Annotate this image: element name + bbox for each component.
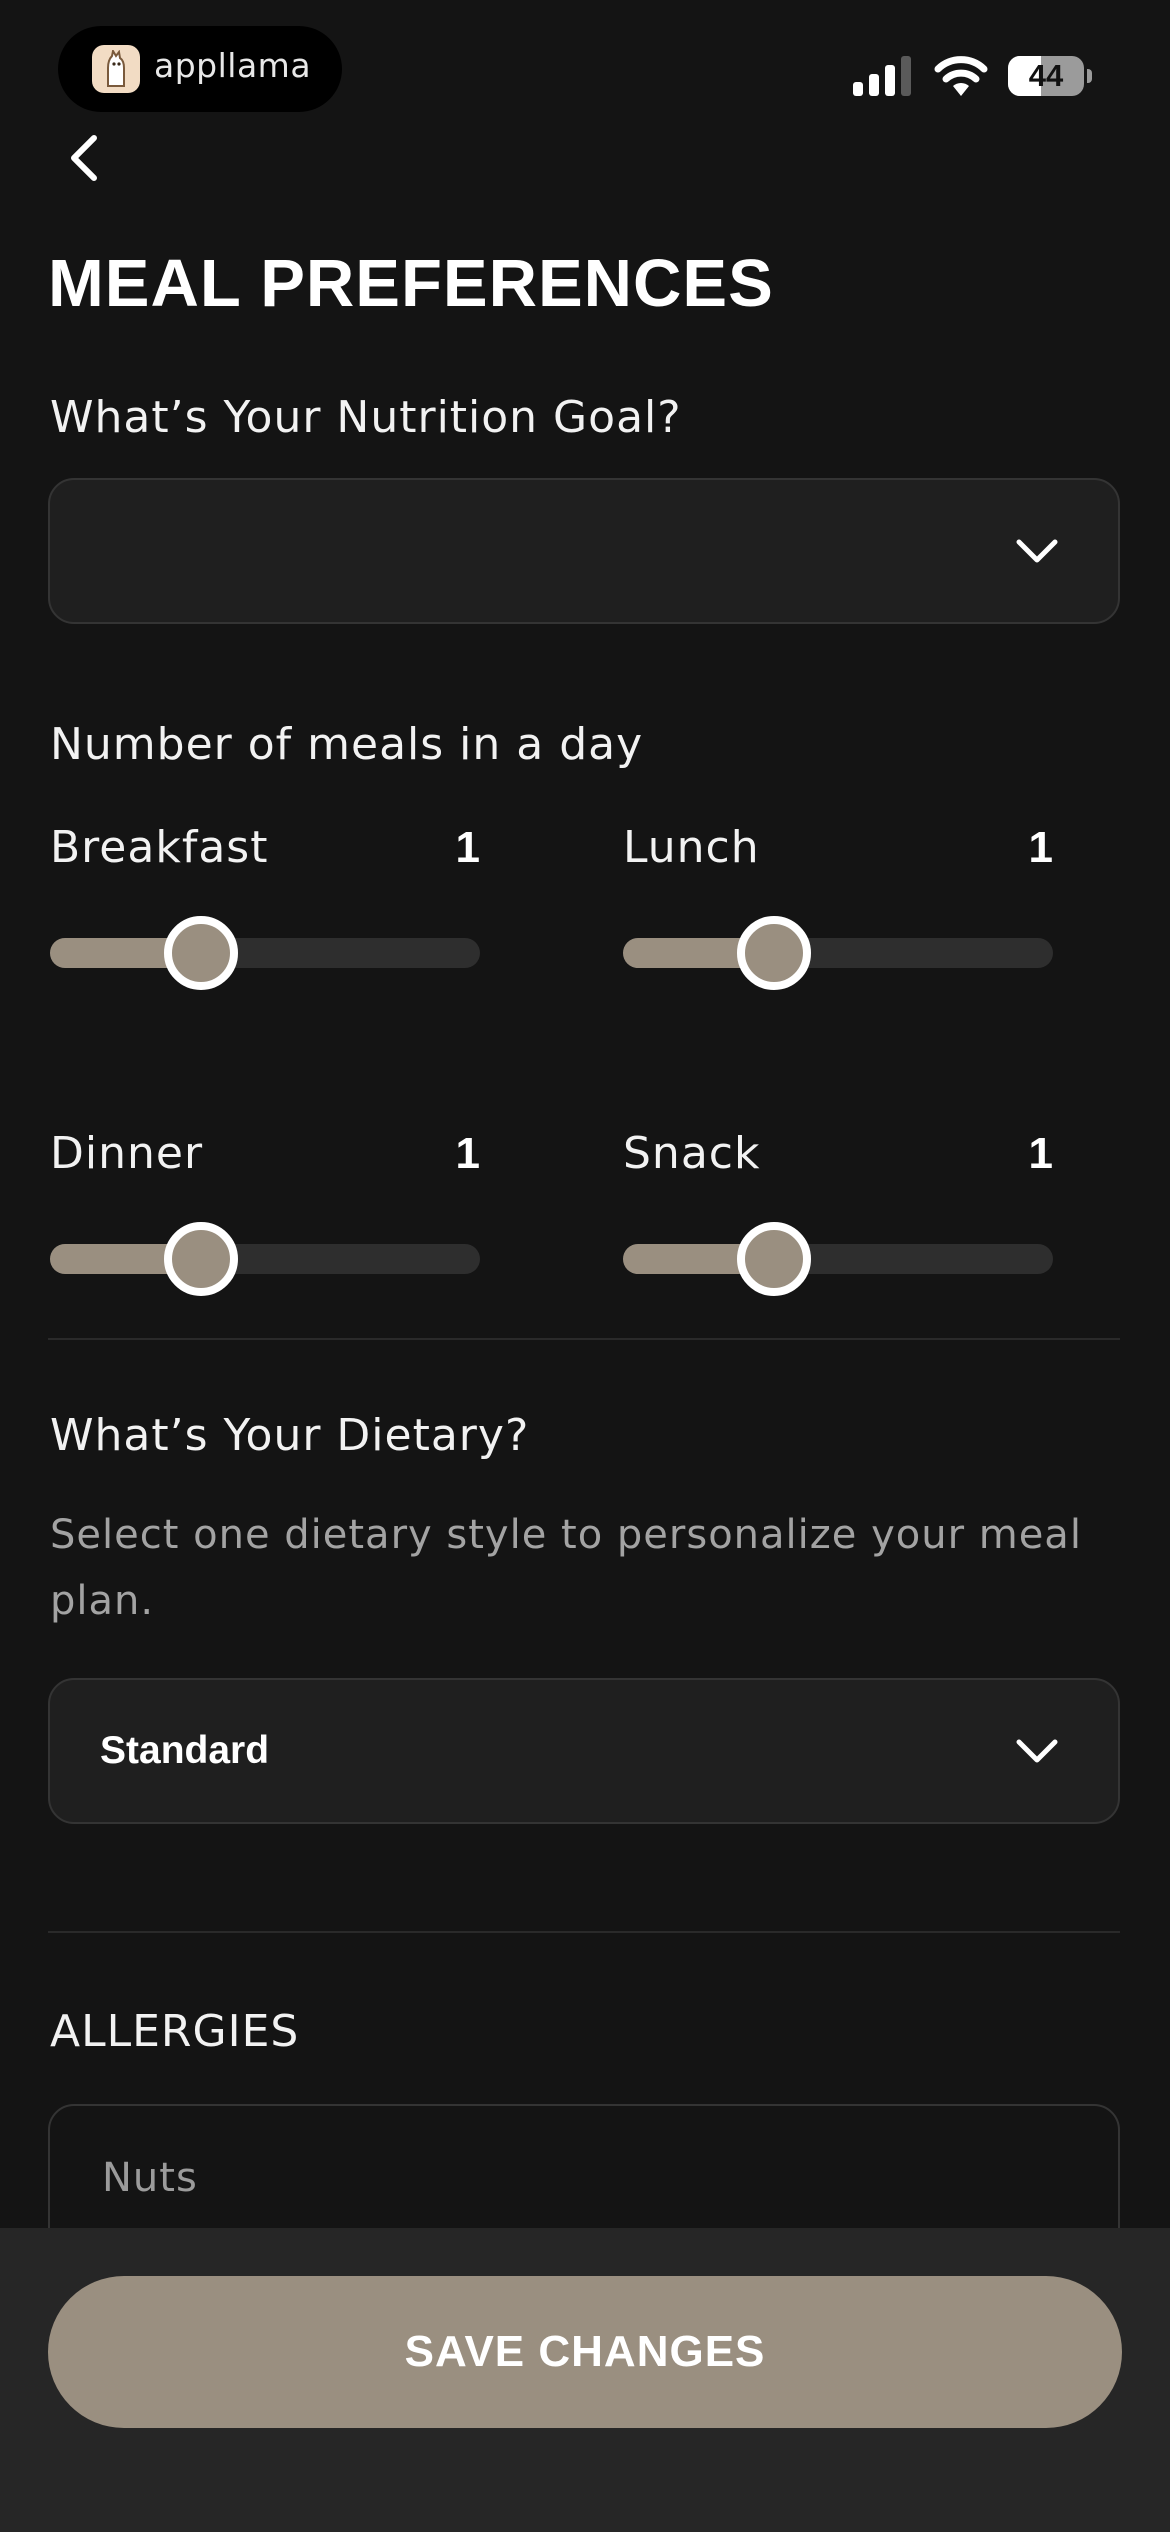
nutrition-goal-label: What’s Your Nutrition Goal?: [50, 392, 682, 443]
snack-slider-thumb[interactable]: [736, 1222, 811, 1296]
dinner-label: Dinner: [50, 1128, 204, 1179]
chevron-left-icon: [71, 135, 97, 181]
app-name: appllama: [154, 46, 312, 85]
dinner-slider-thumb[interactable]: [163, 1222, 238, 1296]
battery-tip: [1087, 69, 1092, 83]
breakfast-label: Breakfast: [50, 822, 269, 873]
chevron-down-icon: [1016, 1739, 1058, 1763]
chevron-down-icon: [1016, 539, 1058, 563]
dietary-helper-text: Select one dietary style to personalize …: [50, 1512, 1082, 1624]
dietary-label: What’s Your Dietary?: [50, 1410, 530, 1461]
status-bar: appllama 44: [0, 0, 1170, 140]
save-changes-button[interactable]: SAVE CHANGES: [48, 2276, 1122, 2428]
breakfast-value: 1: [455, 823, 480, 872]
allergies-placeholder: Nuts: [102, 2155, 198, 2201]
nutrition-goal-select[interactable]: [48, 478, 1120, 624]
dietary-select[interactable]: Standard: [48, 1678, 1120, 1824]
snack-value: 1: [1028, 1129, 1053, 1178]
lunch-slider-thumb[interactable]: [736, 916, 811, 990]
meals-per-day-label: Number of meals in a day: [50, 719, 644, 770]
snack-slider[interactable]: [623, 1222, 1053, 1296]
allergies-label: ALLERGIES: [50, 2006, 300, 2057]
snack-label: Snack: [623, 1128, 761, 1179]
lunch-value: 1: [1028, 823, 1053, 872]
wifi-icon: [934, 56, 988, 96]
battery-icon: 44: [1008, 56, 1084, 96]
section-divider: [48, 1931, 1120, 1933]
lunch-label: Lunch: [623, 822, 760, 873]
section-divider: [48, 1338, 1120, 1340]
snack-slider-group: Snack 1: [623, 1128, 1053, 1296]
app-indicator-pill: appllama: [58, 26, 342, 112]
back-button[interactable]: [60, 130, 110, 186]
dinner-value: 1: [455, 1129, 480, 1178]
lunch-slider[interactable]: [623, 916, 1053, 990]
breakfast-slider-group: Breakfast 1: [50, 822, 480, 990]
lunch-slider-group: Lunch 1: [623, 822, 1053, 990]
page-title: MEAL PREFERENCES: [48, 246, 774, 321]
cellular-signal-icon: [853, 56, 911, 96]
battery-level: 44: [1028, 58, 1064, 93]
breakfast-slider-thumb[interactable]: [163, 916, 238, 990]
dinner-slider[interactable]: [50, 1222, 480, 1296]
dinner-slider-group: Dinner 1: [50, 1128, 480, 1296]
breakfast-slider[interactable]: [50, 916, 480, 990]
llama-logo-icon: [92, 45, 140, 93]
dietary-value: Standard: [100, 1729, 270, 1772]
bottom-action-bar: SAVE CHANGES: [0, 2228, 1170, 2532]
